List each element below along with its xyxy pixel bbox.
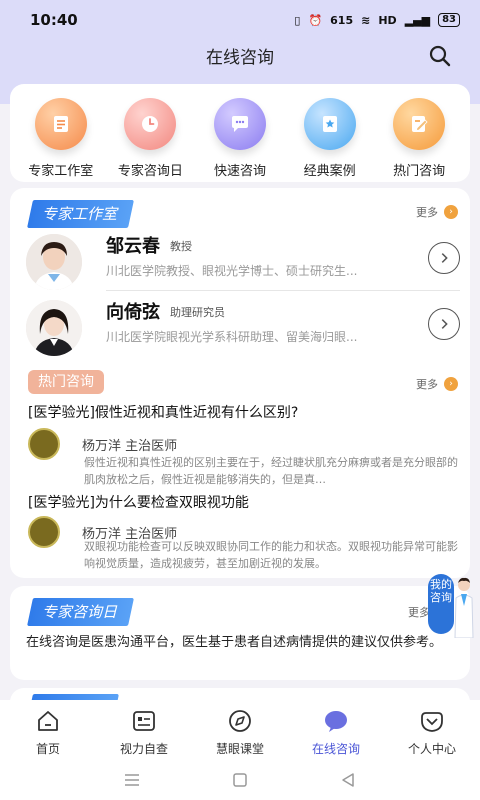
quick-item-expert-day[interactable]: 专家咨询日 <box>106 98 196 182</box>
vibrate-icon: ▯ <box>294 13 301 27</box>
doctor-row[interactable]: 邹云春 教授 川北医学院教授、眼视光学博士、硕士研究生... <box>10 228 470 294</box>
nav-item-classroom[interactable]: 慧眼课堂 <box>192 700 288 760</box>
menu-icon[interactable] <box>123 771 141 789</box>
expert-day-tag: 专家咨询日 <box>27 598 134 626</box>
system-nav-bar <box>0 760 480 800</box>
status-bar: 10:40 ▯ ⏰ 615 ≋ HD ▂▄▆ 83 <box>0 0 480 40</box>
doctor-title: 助理研究员 <box>170 306 225 319</box>
eye-chart-icon <box>133 711 155 731</box>
clock-icon <box>124 98 177 150</box>
chat-bubble-icon <box>325 711 347 732</box>
quick-item-classic-case[interactable]: 经典案例 <box>285 98 375 182</box>
more-arrow-icon: › <box>444 377 458 391</box>
quick-label: 专家咨询日 <box>117 164 183 179</box>
divider <box>106 290 460 291</box>
status-time: 10:40 <box>30 11 78 29</box>
hot-item[interactable]: [医学验光]假性近视和真性近视有什么区别? 杨万洋 主治医师 假性近视和真性近视… <box>28 402 458 492</box>
quick-menu: 专家工作室 专家咨询日 快速咨询 经典案例 热门咨询 <box>10 84 470 182</box>
doctor-row[interactable]: 向倚弦 助理研究员 川北医学院眼视光学系科研助理、留美海归眼... <box>10 294 470 360</box>
nav-item-online-consult[interactable]: 在线咨询 <box>288 700 384 760</box>
user-chevron-icon <box>421 712 443 732</box>
doctor-desc: 川北医学院教授、眼视光学博士、硕士研究生... <box>106 264 358 278</box>
expert-day-text: 在线咨询是医患沟通平台，医生基于患者自述病情提供的建议仅供参考。 <box>26 635 443 650</box>
compass-icon <box>229 710 251 732</box>
quick-item-studio[interactable]: 专家工作室 <box>16 98 106 182</box>
hot-item-title: [医学验光]假性近视和真性近视有什么区别? <box>28 405 299 421</box>
star-icon <box>303 98 356 150</box>
doctor-name: 向倚弦 <box>106 302 160 323</box>
expert-day-more-link[interactable]: 更多 <box>408 604 430 620</box>
nav-label: 慧眼课堂 <box>215 742 264 756</box>
hot-item-desc: 双眼视功能检查可以反映双眼协同工作的能力和状态。双眼视功能异常可能影响视觉质量，… <box>84 540 458 570</box>
home-square-icon[interactable] <box>231 771 249 789</box>
nav-label: 首页 <box>35 742 60 756</box>
more-arrow-icon: › <box>444 205 458 219</box>
quick-label: 专家工作室 <box>28 164 94 179</box>
nav-label: 个人中心 <box>407 742 456 756</box>
chevron-right-icon[interactable] <box>428 308 460 340</box>
home-icon <box>38 711 58 731</box>
my-consult-float-button[interactable]: 我的咨询 <box>428 570 480 646</box>
alarm-icon: ⏰ <box>308 13 323 27</box>
title-bar: 在线咨询 <box>0 40 480 70</box>
nav-item-vision-test[interactable]: 视力自查 <box>96 700 192 760</box>
expert-day-card: 专家咨询日 更多 在线咨询是医患沟通平台，医生基于患者自述病情提供的建议仅供参考… <box>10 586 470 680</box>
nav-item-home[interactable]: 首页 <box>0 700 96 760</box>
avatar <box>26 234 82 290</box>
chat-icon <box>213 98 266 150</box>
net-speed: 615 <box>330 13 354 27</box>
quick-item-hot-consult[interactable]: 热门咨询 <box>374 98 464 182</box>
hot-item-title: [医学验光]为什么要检查双眼视功能 <box>28 495 249 511</box>
doctor-title: 教授 <box>170 240 192 253</box>
studio-tag: 专家工作室 <box>27 200 134 228</box>
my-consult-label: 我的咨询 <box>428 574 454 634</box>
back-icon[interactable] <box>339 771 357 789</box>
nav-label: 在线咨询 <box>311 742 360 756</box>
quick-label: 热门咨询 <box>393 164 446 179</box>
avatar <box>28 516 60 548</box>
doctor-illustration-icon <box>454 577 474 638</box>
signal-icon: ▂▄▆ <box>404 13 431 27</box>
page-title: 在线咨询 <box>206 47 274 68</box>
battery-icon: 83 <box>438 13 460 27</box>
doctor-desc: 川北医学院眼视光学系科研助理、留美海归眼... <box>106 330 358 344</box>
studio-more-link[interactable]: 更多 › <box>416 204 458 220</box>
wifi-icon: ≋ <box>361 13 371 27</box>
author-name: 杨万洋 主治医师 <box>82 438 178 454</box>
status-icons: ▯ ⏰ 615 ≋ HD ▂▄▆ 83 <box>294 13 460 27</box>
chevron-right-icon[interactable] <box>428 242 460 274</box>
doctor-name: 邹云春 <box>106 236 160 257</box>
hot-item-desc: 假性近视和真性近视的区别主要在于，经过睫状肌充分麻痹或者是充分眼部的肌肉放松之后… <box>84 456 458 486</box>
bottom-nav: 首页 视力自查 慧眼课堂 在线咨询 个人中心 <box>0 700 480 760</box>
list-icon <box>34 98 87 150</box>
network-type: HD <box>378 13 397 27</box>
search-icon[interactable] <box>428 44 452 68</box>
hot-more-link[interactable]: 更多 › <box>416 376 458 392</box>
nav-item-profile[interactable]: 个人中心 <box>384 700 480 760</box>
hot-item[interactable]: [医学验光]为什么要检查双眼视功能 杨万洋 主治医师 双眼视功能检查可以反映双眼… <box>28 492 458 578</box>
avatar <box>26 300 82 356</box>
edit-icon <box>393 98 446 150</box>
quick-label: 经典案例 <box>303 164 356 179</box>
quick-item-fast-consult[interactable]: 快速咨询 <box>195 98 285 182</box>
quick-label: 快速咨询 <box>213 164 266 179</box>
hot-tag: 热门咨询 <box>28 370 104 394</box>
avatar <box>28 428 60 460</box>
expert-card: 专家工作室 更多 › 邹云春 教授 川北医学院教授、眼视光学博士、硕士研究生..… <box>10 188 470 578</box>
nav-label: 视力自查 <box>119 742 168 756</box>
